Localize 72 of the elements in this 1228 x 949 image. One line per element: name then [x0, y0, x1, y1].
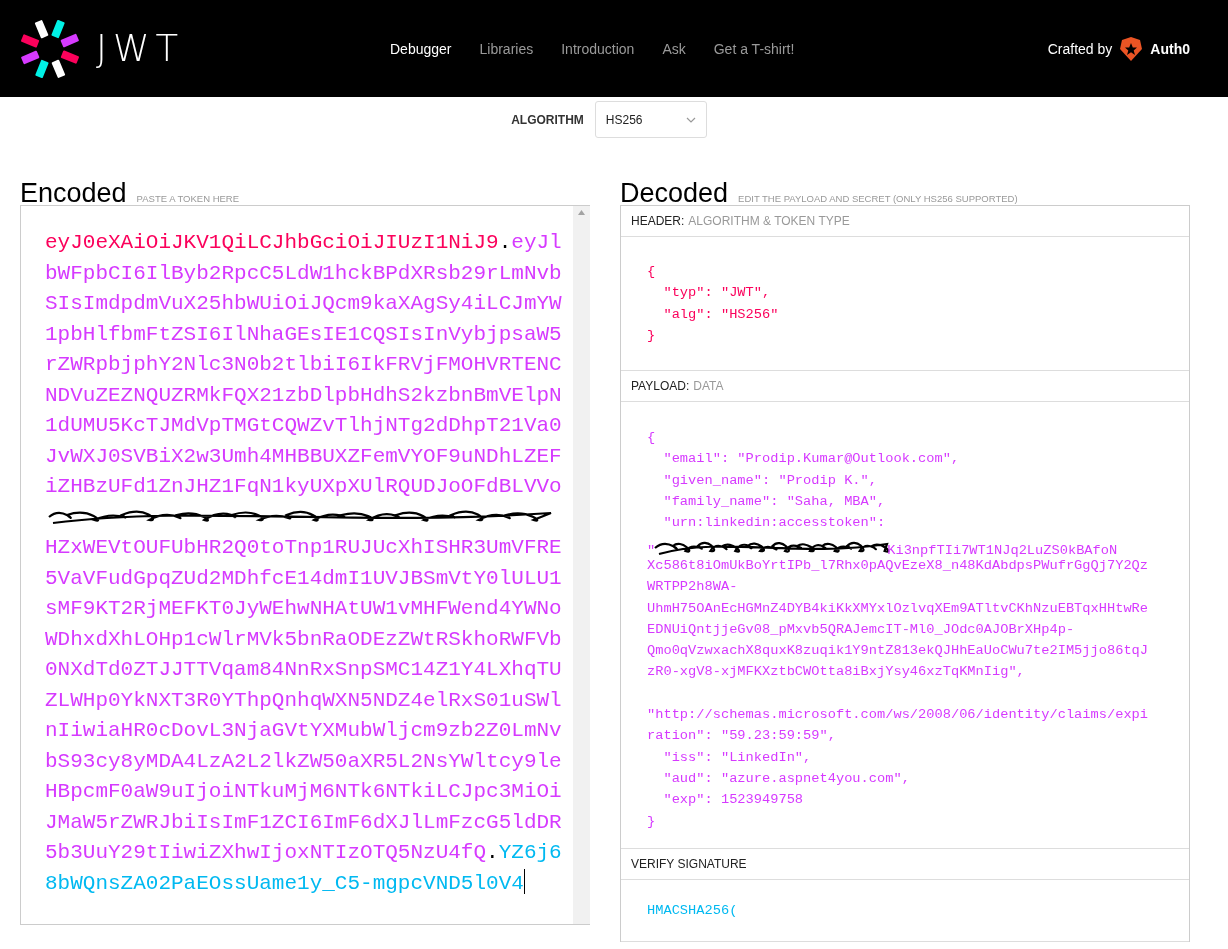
algorithm-label: ALGORITHM: [511, 112, 584, 127]
json-line: WRTPP2h8WA-: [647, 579, 738, 595]
nav-link[interactable]: Get a T-shirt!: [713, 40, 795, 57]
token-text: 1pbHlfbmFtZSI6IlNhaGEsIE1CQSIsInVybjpsaW5: [45, 322, 562, 346]
crafted-by-text: Crafted by: [1047, 40, 1113, 57]
json-line: "http://schemas.microsoft.com/ws/2008/06/identity/claims/expi: [647, 707, 1149, 723]
json-line: "email": "Prodip.Kumar@Outlook.com",: [662, 451, 960, 467]
chevron-down-icon: [685, 116, 696, 123]
token-text: WDhxdXhLOHp1cWlrMVk5bnRaODEzZWtRSkhoRWFVb: [45, 627, 562, 651]
token-text: eyJ0eXAiOiJKV1QiLCJhbGciOiJIUzI1NiJ9: [45, 231, 499, 254]
token-text: ZLWHp0YkNXT3R0YThpQnhqWXN5NDZ4elRxS01uSWl: [45, 688, 562, 712]
nav-link[interactable]: Ask: [662, 40, 686, 57]
section-title: HEADER:: [631, 214, 685, 228]
json-line: }: [647, 327, 656, 343]
section-title: VERIFY SIGNATURE: [631, 856, 747, 871]
json-line: {: [647, 430, 656, 446]
json-line: Xc586t8iOmUkBoYrtIPb_l7Rhx0pAQvEzeX8_n48KdAbdpsPWufrGgQj7Y2Qz: [647, 557, 1149, 573]
decoded-subtitle: EDIT THE PAYLOAD AND SECRET (ONLY HS256 SUPPORTED): [738, 193, 1018, 204]
nav-link[interactable]: Introduction: [561, 40, 635, 57]
json-line: {: [647, 264, 656, 279]
json-line: Ki3npfTIi7WT1NJq2LuZS0kBAfoN: [887, 542, 1118, 558]
token-text: 0NXdTd0ZTJJTTVqam84NnRxSnpSMC14Z1Y4LXhqTU: [45, 658, 562, 681]
token-text: bS93cy8yMDA4LzA2L2lkZW50aXR5L2NsYWltcy9le: [45, 749, 562, 773]
json-line: "exp": 1523949758: [662, 792, 804, 808]
json-line: UhmH75OAnEcHGMnZ4DYB4kiKkXMYxlOzlvqXEm9ATltvCKhNzuEBTqxHHtwRe: [647, 600, 1149, 616]
encoded-subtitle: PASTE A TOKEN HERE: [136, 193, 240, 204]
json-line: "given_name": "Prodip K.",: [662, 472, 877, 488]
token-text: 5VaVFudGpqZUd2MDhfcE14dmI1UVJBSmVtY0lULU1: [45, 566, 562, 590]
token-text: .: [498, 231, 512, 254]
json-line: "family_name": "Saha, MBA",: [662, 494, 886, 510]
nav-link[interactable]: Debugger: [390, 40, 452, 57]
json-line: Qmo0qVzwxachX8quxK8zuqik1Y9ntZ813ekQJHhEaUoCWu7te2IM5jjo86tqJ: [647, 643, 1149, 659]
star-shield-icon[interactable]: [1120, 36, 1143, 61]
nav-link[interactable]: Libraries: [479, 40, 534, 57]
token-text: eyJl: [511, 231, 562, 254]
token-text: nIiwiaHR0cDovL3NjaGVtYXMubWljcm9zb2Z0LmNv: [45, 719, 562, 742]
token-text: .: [486, 841, 499, 864]
token-text: 1dUMU5KcTJMdVpTMGtCQWZvTlhjNTg2dDhpT21Va0: [45, 414, 562, 437]
json-line: "aud": "azure.aspnet4you.com",: [662, 770, 910, 786]
json-line: EDNUiQntjjeGv08_pMxvb5QRAJemcIT-Ml0_JOdc0AJOBrXHp4p-: [647, 621, 1075, 637]
token-text: 8bWQnsZA02PaEOssUame1y_C5-mgpcVND5l0V4: [45, 871, 524, 895]
json-line: "urn:linkedin:accesstoken":: [662, 515, 886, 531]
json-line: zR0-xgV8-xjMFKXztbCWOtta8iBxjYsy46xzTqKMnIig",: [647, 664, 1025, 680]
token-text: 5b3UuY29tIiwiZXhwIjoxNTIzOTQ5NzU4fQ: [45, 841, 487, 864]
logo-text[interactable]: JWT: [96, 27, 185, 70]
token-text: rZWRpbjphY2Nlc3N0b2tlbiI6IkFRVjFMOHVRTENC: [45, 353, 562, 376]
token-text: YZ6j6: [498, 841, 562, 864]
scrollbar[interactable]: [573, 206, 590, 924]
json-line: HMACSHA256(: [647, 902, 738, 918]
algorithm-select[interactable]: HS256: [594, 101, 707, 138]
token-text: sMF9KT2RjMEFKT0JyWEhwNHAtUW1vMHFWend4YWNo: [45, 597, 562, 620]
section-note: DATA: [693, 379, 724, 394]
token-text: HBpcmF0aW9uIjoiNTkuMjM6NTk6NTkiLCJpc3MiOi: [45, 780, 562, 803]
encoded-title: Encoded: [20, 178, 127, 209]
decoded-title: Decoded: [620, 178, 729, 209]
starburst-logo-icon[interactable]: [20, 18, 80, 79]
brand-name[interactable]: Auth0: [1150, 40, 1190, 57]
json-line: "iss": "LinkedIn",: [662, 749, 812, 765]
section-title: PAYLOAD:: [631, 379, 690, 394]
token-text: JvWXJ0SVBiX2w3Umh4MHBBUXZFemVYOF9uNDhLZEF: [45, 444, 562, 468]
token-text: iZHBzUFd1ZnJHZ1FqN1kyUXpXUlRQUDJoOFdBLVVo: [45, 475, 562, 498]
json-line: "typ": "JWT",: [662, 285, 771, 301]
token-text: bWFpbCI6IlByb2RpcC5LdW1hckBPdXRsb29rLmNvb: [45, 261, 562, 285]
json-line: ration": "59.23:59:59",: [647, 728, 836, 744]
section-note: ALGORITHM & TOKEN TYPE: [688, 214, 850, 228]
token-text: JMaW5rZWRJbiIsImF1ZCI6ImF6dXJlLmFzcG5ldDR: [45, 810, 562, 834]
json-line: }: [647, 813, 656, 829]
token-text: HZxWEVtOUFUbHR2Q0toTnp1RUJUcXhISHR3UmVFRE: [45, 536, 562, 559]
token-text: NDVuZEZNQUZRMkFQX21zbDlpbHdhS2kzbnBmVElpN: [45, 383, 562, 407]
json-quote: ": [647, 542, 656, 558]
json-line: "alg": "HS256": [662, 306, 779, 322]
token-text: SIsImdpdmVuX25hbWUiOiJQcm9kaXAgSy4iLCJmYW: [45, 292, 562, 315]
